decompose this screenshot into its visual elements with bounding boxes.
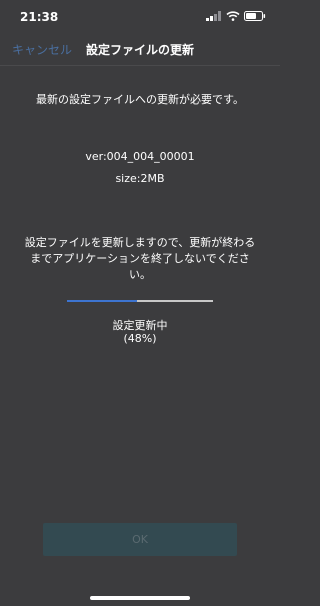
wifi-icon (226, 11, 240, 21)
battery-icon (244, 11, 266, 21)
cancel-button[interactable]: キャンセル (12, 41, 72, 58)
ok-button[interactable]: OK (43, 523, 237, 556)
progress-bar-fill (67, 300, 138, 302)
navigation-bar: キャンセル 設定ファイルの更新 (0, 32, 280, 66)
page-title: 設定ファイルの更新 (86, 43, 195, 57)
warning-message: 設定ファイルを更新しますので、更新が終わるまでアプリケーションを終了しないでくだ… (24, 236, 256, 281)
size-text: size:2MB (115, 172, 165, 185)
version-text: ver:004_004_00001 (85, 150, 195, 163)
progress-percent-label: (48%) (123, 332, 157, 345)
status-icons (206, 11, 266, 21)
home-indicator (90, 596, 190, 600)
progress-bar (67, 300, 213, 302)
update-required-message: 最新の設定ファイルへの更新が必要です。 (36, 93, 244, 106)
status-time: 21:38 (20, 10, 59, 24)
status-bar: 21:38 (0, 0, 280, 30)
signal-icon (206, 11, 221, 21)
progress-status-label: 設定更新中 (112, 319, 168, 332)
